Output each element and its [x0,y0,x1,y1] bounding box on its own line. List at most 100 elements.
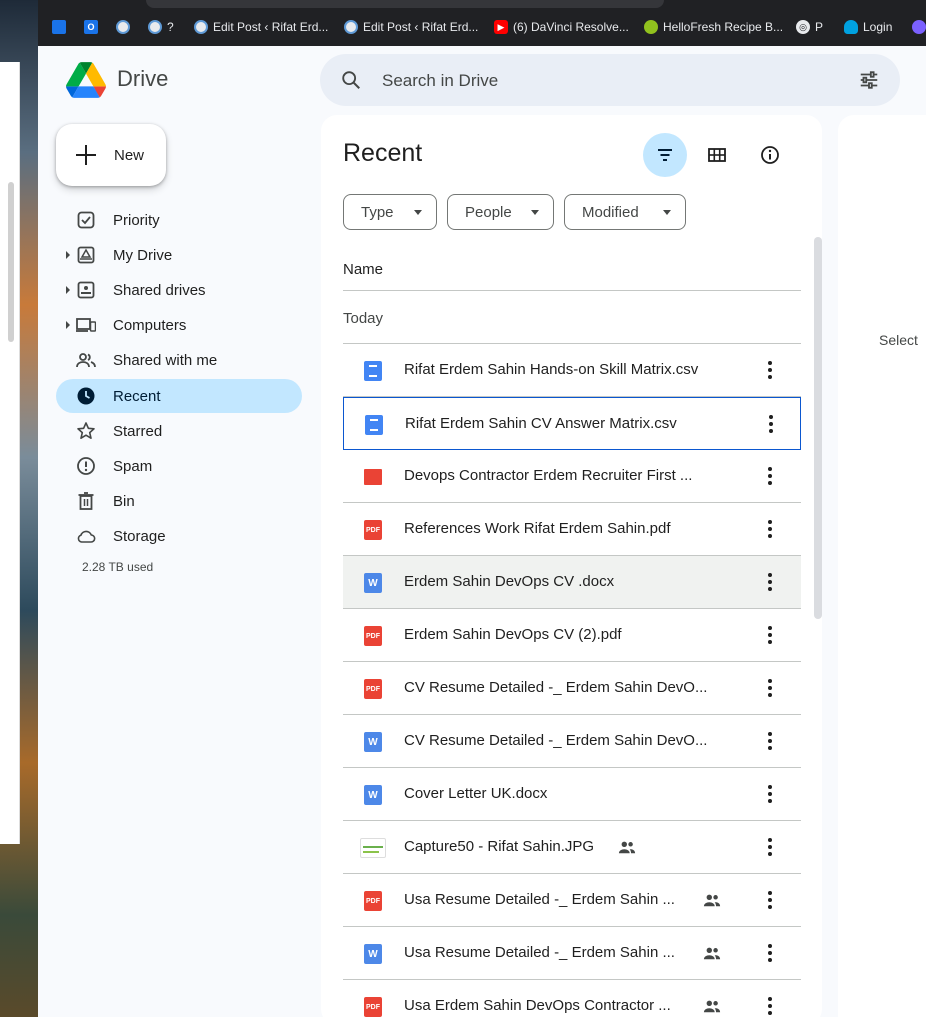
more-actions-icon[interactable] [762,623,778,647]
youtube-icon: ▶ [494,20,508,34]
sidebar-item-storage[interactable]: Storage [56,519,302,553]
word-doc-icon: W [364,732,382,752]
expand-arrow-icon[interactable] [66,321,70,329]
type-filter-chip[interactable]: Type [343,194,437,230]
main-panel: Recent Type People Modified Name Today R… [321,115,822,1017]
pdf-icon: PDF [364,520,382,540]
chip-label: Type [361,203,394,221]
file-name[interactable]: Rifat Erdem Sahin CV Answer Matrix.csv [405,415,677,432]
drive-logo-icon[interactable] [66,62,106,98]
file-name[interactable]: CV Resume Detailed -_ Erdem Sahin DevO..… [404,732,707,749]
file-name[interactable]: Usa Resume Detailed -_ Erdem Sahin ... [404,891,675,908]
modified-filter-chip[interactable]: Modified [564,194,686,230]
bookmark-2[interactable] [116,18,135,36]
file-name[interactable]: CV Resume Detailed -_ Erdem Sahin DevO..… [404,679,707,696]
sidebar-item-label: Bin [113,493,135,510]
group-label-today: Today [343,310,384,327]
file-row[interactable]: Devops Contractor Erdem Recruiter First … [343,450,801,503]
sidebar-item-shared-with-me[interactable]: Shared with me [56,343,302,377]
star-icon [77,422,95,440]
more-actions-icon[interactable] [763,412,779,436]
more-actions-icon[interactable] [762,941,778,965]
more-actions-icon[interactable] [762,517,778,541]
drive-brand[interactable]: Drive [117,66,168,92]
file-name[interactable]: Cover Letter UK.docx [404,785,547,802]
file-name[interactable]: Erdem Sahin DevOps CV .docx [404,573,614,590]
view-details-button[interactable] [748,133,792,177]
search-options-icon[interactable] [858,69,880,91]
file-row[interactable]: PDF Usa Resume Detailed -_ Erdem Sahin ..… [343,874,801,927]
shared-drives-icon [77,281,95,299]
more-actions-icon[interactable] [762,994,778,1017]
bookmark-1[interactable]: O [84,18,98,36]
more-actions-icon[interactable] [762,570,778,594]
file-name[interactable]: Erdem Sahin DevOps CV (2).pdf [404,626,622,643]
sidebar-item-priority[interactable]: Priority [56,203,302,237]
bookmark-8[interactable]: ◎ P [796,18,823,36]
search-bar[interactable]: Search in Drive [320,54,900,106]
sidebar-item-shared-drives[interactable]: Shared drives [56,273,302,307]
file-row[interactable]: PDF CV Resume Detailed -_ Erdem Sahin Dev… [343,662,801,715]
hellofresh-icon [644,20,658,34]
more-actions-icon[interactable] [762,729,778,753]
file-name[interactable]: Capture50 - Rifat Sahin.JPG [404,838,594,855]
bookmark-5[interactable]: Edit Post ‹ Rifat Erd... [344,18,478,36]
file-row[interactable]: W Usa Resume Detailed -_ Erdem Sahin ... [343,927,801,980]
file-name[interactable]: Devops Contractor Erdem Recruiter First … [404,467,692,484]
side-panel-scrollbar[interactable] [8,182,14,342]
search-input[interactable]: Search in Drive [382,71,498,91]
people-filter-chip[interactable]: People [447,194,554,230]
pdf-icon: PDF [364,679,382,699]
name-column-header[interactable]: Name [343,261,383,278]
sidebar-item-starred[interactable]: Starred [56,414,302,448]
file-name[interactable]: References Work Rifat Erdem Sahin.pdf [404,520,671,537]
sidebar-item-computers[interactable]: Computers [56,308,302,342]
shared-people-icon [703,947,721,960]
sidebar-item-label: Spam [113,458,153,475]
more-actions-icon[interactable] [762,835,778,859]
file-name[interactable]: Usa Resume Detailed -_ Erdem Sahin ... [404,944,675,961]
more-actions-icon[interactable] [762,676,778,700]
bookmark-9[interactable]: Login [844,18,892,36]
more-actions-icon[interactable] [762,782,778,806]
more-actions-icon[interactable] [762,358,778,382]
dropdown-caret-icon [663,210,671,215]
sidebar-item-bin[interactable]: Bin [56,484,302,518]
file-row[interactable]: W Erdem Sahin DevOps CV .docx [343,556,801,609]
file-row[interactable]: W Cover Letter UK.docx [343,768,801,821]
bookmark-3[interactable]: ? [148,18,174,36]
file-row[interactable]: PDF References Work Rifat Erdem Sahin.pdf [343,503,801,556]
bookmark-6[interactable]: ▶ (6) DaVinci Resolve... [494,18,629,36]
image-file-icon [360,838,386,858]
sidebar-item-my-drive[interactable]: My Drive [56,238,302,272]
expand-arrow-icon[interactable] [66,286,70,294]
sidebar-item-spam[interactable]: Spam [56,449,302,483]
file-name[interactable]: Usa Erdem Sahin DevOps Contractor ... [404,997,671,1014]
sidebar-item-label: Shared with me [113,352,218,369]
file-name[interactable]: Rifat Erdem Sahin Hands-on Skill Matrix.… [404,361,698,378]
file-row[interactable]: PDF Erdem Sahin DevOps CV (2).pdf [343,609,801,662]
file-row[interactable]: Rifat Erdem Sahin Hands-on Skill Matrix.… [343,344,801,397]
sidebar-item-label: Priority [113,212,160,229]
file-list-scrollbar[interactable] [814,237,822,619]
search-icon[interactable] [340,69,362,91]
file-row[interactable]: Capture50 - Rifat Sahin.JPG [343,821,801,874]
sidebar-item-label: Computers [113,317,187,334]
sidebar-item-recent[interactable]: Recent [56,379,302,413]
bookmark-extension[interactable] [912,18,926,36]
list-filter-icon [658,149,672,161]
list-view-button[interactable] [643,133,687,177]
tab-strip-notch [146,0,664,8]
expand-arrow-icon[interactable] [66,251,70,259]
new-button[interactable]: New [56,124,166,186]
page-title: Recent [343,139,423,167]
file-row[interactable]: W CV Resume Detailed -_ Erdem Sahin DevO.… [343,715,801,768]
grid-view-button[interactable] [695,133,739,177]
file-row[interactable]: PDF Usa Erdem Sahin DevOps Contractor ... [343,980,801,1017]
file-row[interactable]: Rifat Erdem Sahin CV Answer Matrix.csv [343,397,801,450]
more-actions-icon[interactable] [762,888,778,912]
bookmark-7[interactable]: HelloFresh Recipe B... [644,18,783,36]
bookmark-4[interactable]: Edit Post ‹ Rifat Erd... [194,18,328,36]
bookmark-0[interactable] [52,18,71,36]
more-actions-icon[interactable] [762,464,778,488]
